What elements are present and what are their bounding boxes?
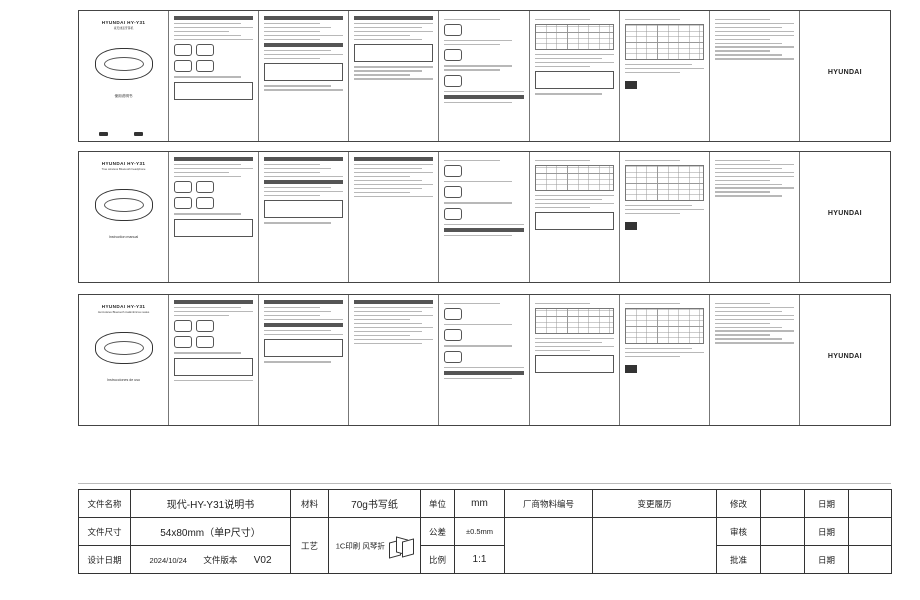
approve-value	[760, 545, 805, 574]
design-date-label: 设计日期	[78, 545, 131, 574]
back-brand: HYUNDAI	[827, 353, 862, 360]
tolerance-value: ±0.5mm	[454, 517, 505, 546]
back-panel: HYUNDAI	[800, 295, 890, 425]
manual-sheet-english: HYUNDAI HY-Y31 True wireless Bluetooth h…	[78, 151, 891, 283]
vendor-code-value	[504, 517, 593, 574]
manual-sheet-chinese: HYUNDAI HY-Y31 真无线蓝牙耳机 使用说明书 HYUNDAI	[78, 10, 891, 142]
content-panel	[439, 152, 530, 282]
scale-label: 比例	[420, 545, 455, 574]
content-panel	[349, 295, 440, 425]
cover-subtitle: Auriculares Bluetooth inalámbricos reale…	[97, 310, 150, 314]
content-panel	[620, 295, 710, 425]
content-panel	[349, 11, 440, 141]
accordion-fold-icon	[387, 535, 415, 559]
file-name-value: 现代-HY-Y31说明书	[130, 489, 291, 518]
material-label: 材料	[290, 489, 329, 518]
content-panel	[710, 295, 800, 425]
change-history-value	[592, 517, 717, 574]
content-panel	[530, 152, 620, 282]
material-value: 70g书写纸	[328, 489, 421, 518]
revise-label: 修改	[716, 489, 761, 518]
content-panel	[169, 11, 260, 141]
spec-row: 文件名称 现代-HY-Y31说明书 材料 70g书写纸 单位 mm 厂商物料编号…	[78, 489, 892, 518]
revise-value	[760, 489, 805, 518]
content-panel	[710, 152, 800, 282]
cover-panel: HYUNDAI HY-Y31 Auriculares Bluetooth ina…	[79, 295, 170, 425]
unit-value: mm	[454, 489, 505, 518]
cover-brand: HYUNDAI HY-Y31	[101, 20, 146, 25]
file-version-value: V02	[253, 554, 272, 566]
process-cell: 1C印刷 风琴折	[328, 517, 421, 574]
content-panel	[259, 295, 350, 425]
back-brand: HYUNDAI	[827, 210, 862, 217]
cover-subtitle: 真无线蓝牙耳机	[113, 26, 134, 30]
cover-manual-title: Instrucciones de uso	[107, 378, 141, 382]
spec-table: 文件名称 现代-HY-Y31说明书 材料 70g书写纸 单位 mm 厂商物料编号…	[78, 489, 892, 574]
cover-panel: HYUNDAI HY-Y31 True wireless Bluetooth h…	[79, 152, 170, 282]
spec-row: 设计日期 2024/10/24 文件版本 V02 比例 1:1 批准 日期	[78, 545, 892, 574]
cover-tabs	[99, 132, 143, 136]
file-version-label: 文件版本	[203, 554, 238, 565]
content-panel	[259, 152, 350, 282]
file-size-value: 54x80mm（单P尺寸）	[130, 517, 291, 546]
change-history-label: 变更履历	[592, 489, 717, 518]
content-panel	[259, 11, 350, 141]
review-value	[760, 517, 805, 546]
content-panel	[530, 11, 620, 141]
design-date-value: 2024/10/24	[149, 555, 187, 565]
separator-line	[78, 483, 891, 484]
content-panel	[439, 11, 530, 141]
revise-date-label: 日期	[804, 489, 849, 518]
cover-manual-title: 使用说明书	[114, 94, 133, 98]
content-panel	[169, 295, 260, 425]
back-panel: HYUNDAI	[800, 152, 890, 282]
process-label: 工艺	[290, 517, 329, 574]
cover-brand: HYUNDAI HY-Y31	[101, 161, 146, 166]
cover-subtitle: True wireless Bluetooth headphone	[101, 167, 146, 171]
cover-panel: HYUNDAI HY-Y31 真无线蓝牙耳机 使用说明书	[79, 11, 170, 141]
process-value: 1C印刷 风琴折	[335, 540, 385, 550]
cover-manual-title: Instruction manual	[108, 235, 139, 239]
content-panel	[620, 11, 710, 141]
back-brand: HYUNDAI	[827, 69, 862, 76]
scale-value: 1:1	[454, 545, 505, 574]
content-panel	[169, 152, 260, 282]
design-date-cell: 2024/10/24 文件版本 V02	[130, 545, 291, 574]
earbud-case-illustration	[94, 332, 153, 364]
file-name-label: 文件名称	[78, 489, 131, 518]
revise-date-value	[848, 489, 892, 518]
content-panel	[710, 11, 800, 141]
content-panel	[349, 152, 440, 282]
earbud-case-illustration	[94, 189, 153, 221]
file-size-label: 文件尺寸	[78, 517, 131, 546]
approve-date-label: 日期	[804, 545, 849, 574]
unit-label: 单位	[420, 489, 455, 518]
earbud-case-illustration	[94, 48, 153, 80]
spec-row: 文件尺寸 54x80mm（单P尺寸） 工艺 1C印刷 风琴折 公差 ±0.5mm…	[78, 517, 892, 574]
content-panel	[530, 295, 620, 425]
content-panel	[620, 152, 710, 282]
back-panel: HYUNDAI	[800, 11, 890, 141]
content-panel	[439, 295, 530, 425]
tolerance-label: 公差	[420, 517, 455, 546]
approve-label: 批准	[716, 545, 761, 574]
manual-sheet-spanish: HYUNDAI HY-Y31 Auriculares Bluetooth ina…	[78, 294, 891, 426]
approve-date-value	[848, 545, 892, 574]
review-label: 审核	[716, 517, 761, 546]
cover-brand: HYUNDAI HY-Y31	[101, 304, 146, 309]
review-date-value	[848, 517, 892, 546]
review-date-label: 日期	[804, 517, 849, 546]
vendor-code-label: 厂商物料编号	[504, 489, 593, 518]
